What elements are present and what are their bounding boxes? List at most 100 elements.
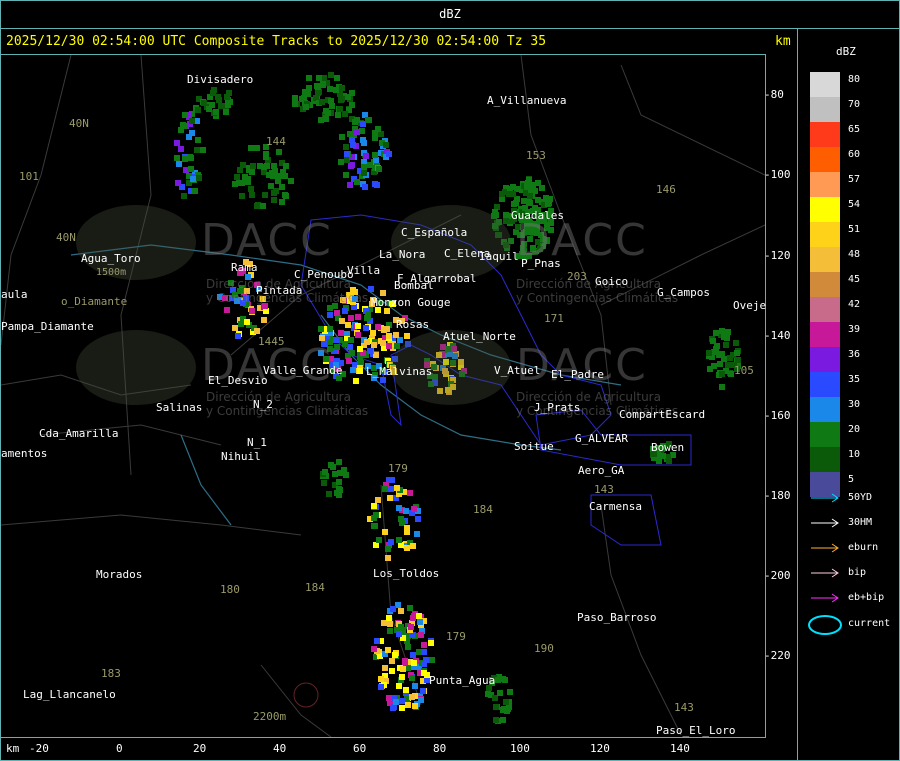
y-tick-label: -200 <box>764 569 791 582</box>
place-label: La_Nora <box>379 248 426 261</box>
x-tick-label: -20 <box>29 742 49 755</box>
place-label: Guadales <box>511 209 564 222</box>
watermark-brand: DACC <box>201 215 333 266</box>
x-tick-label: 40 <box>273 742 287 755</box>
legend-level-label: 80 <box>848 74 861 85</box>
place-label: Goico <box>595 275 629 288</box>
x-tick-label: 60 <box>353 742 367 755</box>
place-label: L_Malvinas <box>366 365 433 378</box>
place-label: N_2 <box>253 398 273 411</box>
legend-level-label: 10 <box>848 449 861 460</box>
place-label: 144 <box>266 135 286 148</box>
watermark-logo <box>76 330 196 405</box>
place-label: 184 <box>473 503 493 516</box>
track-arrow-icon <box>811 518 839 528</box>
legend-swatch <box>810 172 840 197</box>
place-label: o_Diamante <box>61 295 128 308</box>
x-tick-label: 20 <box>193 742 207 755</box>
legend-track-label: 50YD <box>848 492 873 503</box>
place-label: aula <box>1 288 28 301</box>
legend-swatch <box>810 197 840 222</box>
place-label: Rosas <box>396 318 430 331</box>
legend-level-label: 35 <box>848 374 861 385</box>
place-label: Punta_Agua <box>429 674 496 687</box>
legend-swatch <box>810 272 840 297</box>
track-arrow-icon <box>811 593 839 603</box>
place-label: A_Villanueva <box>487 94 567 107</box>
place-label: Carmensa <box>589 500 642 513</box>
place-label: Lag_Llancanelo <box>23 688 116 701</box>
composite-header: 2025/12/30 02:54:00 UTC Composite Tracks… <box>6 34 547 49</box>
place-label: 1500m <box>96 267 127 278</box>
place-label: 40N <box>56 231 76 244</box>
place-label: G_ALVEAR <box>575 432 628 445</box>
place-label: C_Penoubo <box>294 268 354 281</box>
legend-level-label: 20 <box>848 424 861 435</box>
legend-swatch <box>810 372 840 397</box>
radar-map[interactable]: DACC Dirección de Agricultura y Continge… <box>0 54 766 738</box>
place-label: Aero_GA <box>578 464 625 477</box>
current-position-icon <box>808 615 842 635</box>
place-label: Monzon Gouge <box>371 296 451 309</box>
track-arrow-icon <box>811 543 839 553</box>
legend-level-label: 5 <box>848 474 855 485</box>
place-label: 190 <box>534 642 554 655</box>
legend-swatch <box>810 247 840 272</box>
legend-swatch <box>810 72 840 97</box>
place-label: Morados <box>96 568 143 581</box>
legend-level-label: 54 <box>848 199 861 210</box>
place-label: 153 <box>526 149 546 162</box>
place-label: Valle_Grande <box>263 364 343 377</box>
legend-level-label: 45 <box>848 274 861 285</box>
place-label: El_Padre <box>551 368 604 381</box>
place-label: Cda_Amarilla <box>39 427 119 440</box>
place-label: 184 <box>305 581 325 594</box>
place-label: Paso_Barroso <box>577 611 657 624</box>
track-arrow-icon <box>811 493 839 503</box>
place-label: 179 <box>446 630 466 643</box>
place-label: Nihuil <box>221 450 261 463</box>
place-label: P_Pnas <box>521 257 561 270</box>
place-label: G_Campos <box>657 286 710 299</box>
track-arrow-icon <box>811 568 839 578</box>
place-label: C_Española <box>401 226 468 239</box>
legend-swatch <box>810 222 840 247</box>
place-label: 2200m <box>253 710 287 723</box>
y-tick-label: -220 <box>764 649 791 662</box>
place-label: Iaquil <box>479 250 519 263</box>
place-label: 183 <box>101 667 121 680</box>
legend-level-label: 42 <box>848 299 861 310</box>
place-label: 180 <box>220 583 240 596</box>
legend-level-label: 70 <box>848 99 861 110</box>
place-label: 105 <box>734 364 754 377</box>
place-label: Oveje <box>733 299 767 312</box>
place-label: Pampa_Diamante <box>1 320 94 333</box>
legend-title: dBZ <box>836 45 856 58</box>
place-label: J_Prats <box>534 401 581 414</box>
radar-site-ring <box>293 682 319 708</box>
place-label: 143 <box>594 483 614 496</box>
legend-swatch <box>810 447 840 472</box>
place-label: 146 <box>656 183 676 196</box>
place-label: Agua_Toro <box>81 252 141 265</box>
x-tick-label: 80 <box>433 742 447 755</box>
legend-level-label: 39 <box>848 324 861 335</box>
place-label: Pintada <box>256 284 303 297</box>
place-label: Salinas <box>156 401 203 414</box>
place-label: Los_Toldos <box>373 567 440 580</box>
x-tick-label: 120 <box>590 742 610 755</box>
place-label: 179 <box>388 462 408 475</box>
legend-level-label: 51 <box>848 224 861 235</box>
unit-title: dBZ <box>439 7 461 21</box>
place-label: 143 <box>674 701 694 714</box>
legend-track-label: eb+bip <box>848 592 885 603</box>
legend-level-label: 65 <box>848 124 861 135</box>
y-tick-label: -140 <box>764 329 791 342</box>
legend-swatch <box>810 97 840 122</box>
y-tick-label: -80 <box>764 88 784 101</box>
watermark-line2: y Contingencias Climáticas <box>516 291 679 305</box>
place-label: Bowen <box>651 441 685 454</box>
x-tick-label: 0 <box>116 742 123 755</box>
place-label: 1445 <box>258 335 285 348</box>
legend-swatch <box>810 322 840 347</box>
